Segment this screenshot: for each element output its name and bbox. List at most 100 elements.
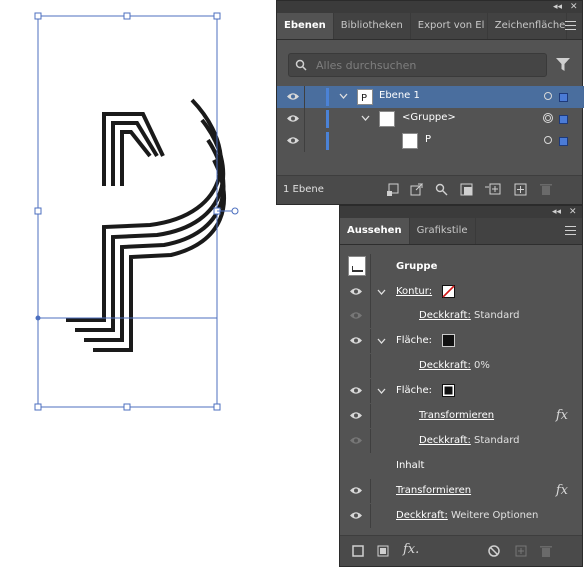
tab-ebenen[interactable]: Ebenen [277, 13, 334, 39]
duplicate-item-icon[interactable] [515, 545, 527, 557]
handle-mid-left[interactable] [34, 207, 42, 215]
lock-column[interactable] [304, 86, 305, 108]
visibility-eye-icon[interactable] [350, 386, 362, 395]
object-thumbnail [348, 256, 366, 276]
chevron-down-icon[interactable] [361, 114, 370, 123]
search-layer-icon[interactable] [435, 183, 448, 196]
visibility-eye-icon[interactable] [287, 114, 299, 123]
lock-column[interactable] [304, 108, 305, 130]
appearance-row-fill-2[interactable]: Fläche: [340, 379, 582, 403]
visibility-eye-icon[interactable] [350, 411, 362, 420]
search-input[interactable] [316, 58, 536, 72]
appearance-row-transform-2[interactable]: Transformieren fx [340, 479, 582, 503]
layer-row-ebene-1[interactable]: P Ebene 1 [277, 86, 584, 108]
path-name[interactable]: P [425, 134, 431, 145]
opacity-label[interactable]: Deckkraft: 0% [419, 360, 490, 371]
path-thumbnail [402, 133, 418, 149]
appearance-row-fill-opacity[interactable]: Deckkraft: 0% [340, 354, 582, 378]
tab-aussehen[interactable]: Aussehen [340, 218, 410, 244]
handle-top-right[interactable] [213, 12, 221, 20]
anchor-point[interactable] [35, 315, 41, 321]
tab-zeichenflaeche[interactable]: Zeichenfläche [488, 13, 567, 39]
filter-icon[interactable] [556, 58, 570, 71]
opacity-label[interactable]: Deckkraft: Standard [419, 435, 520, 446]
collapse-panel-button[interactable]: ◂◂ [552, 206, 561, 218]
target-double-circle-icon[interactable] [543, 113, 553, 123]
visibility-eye-icon[interactable] [350, 436, 362, 445]
add-fill-icon[interactable] [377, 545, 389, 557]
appearance-row-fill-1[interactable]: Fläche: [340, 329, 582, 353]
contents-label[interactable]: Inhalt [396, 460, 424, 471]
tab-grafikstile[interactable]: Grafikstile [410, 218, 476, 244]
close-panel-button[interactable]: ✕ [569, 206, 577, 218]
opacity-label[interactable]: Deckkraft: Weitere Optionen [396, 510, 538, 521]
visibility-eye-icon[interactable] [350, 511, 362, 520]
handle-top-center[interactable] [123, 12, 131, 20]
target-circle-icon[interactable] [544, 92, 552, 100]
new-layer-icon[interactable] [514, 183, 527, 196]
layer-row-gruppe[interactable]: <Gruppe> [277, 108, 584, 130]
transform-effect-label[interactable]: Transformieren [419, 410, 494, 421]
selection-square-icon[interactable] [559, 115, 568, 124]
trash-icon[interactable] [540, 183, 552, 196]
visibility-eye-icon[interactable] [287, 136, 299, 145]
stroke-label[interactable]: Kontur: [396, 286, 432, 297]
svg-text:P: P [361, 93, 367, 104]
chevron-down-icon[interactable] [377, 337, 386, 346]
fill-label[interactable]: Fläche: [396, 385, 432, 396]
fx-icon[interactable]: fx [556, 483, 568, 498]
appearance-row-stroke[interactable]: Kontur: [340, 280, 582, 304]
add-effect-fx-icon[interactable]: fx. [403, 542, 419, 557]
panel-menu-icon[interactable] [565, 21, 576, 30]
target-circle-icon[interactable] [544, 136, 552, 144]
direction-handle-point[interactable] [231, 207, 239, 215]
chevron-down-icon[interactable] [339, 92, 348, 101]
appearance-row-transform-1[interactable]: Transformieren fx [340, 404, 582, 428]
transform-effect-label[interactable]: Transformieren [396, 485, 471, 496]
fill-swatch-black-selected[interactable] [442, 384, 455, 397]
visibility-eye-icon[interactable] [287, 92, 299, 101]
appearance-row-fill-opacity-2[interactable]: Deckkraft: Standard [340, 429, 582, 453]
stroke-swatch-none[interactable] [442, 285, 455, 298]
visibility-eye-icon[interactable] [350, 486, 362, 495]
handle-bottom-right[interactable] [213, 403, 221, 411]
visibility-eye-icon[interactable] [350, 311, 362, 320]
fx-icon[interactable]: fx [556, 408, 568, 423]
layer-name[interactable]: Ebene 1 [379, 90, 420, 101]
opacity-label[interactable]: Deckkraft: Standard [419, 310, 520, 321]
group-name[interactable]: <Gruppe> [402, 112, 456, 123]
layers-footer: 1 Ebene [277, 175, 582, 204]
fill-swatch-black[interactable] [442, 334, 455, 347]
visibility-eye-icon[interactable] [350, 336, 362, 345]
appearance-row-group-opacity[interactable]: Deckkraft: Weitere Optionen [340, 504, 582, 528]
layer-row-p[interactable]: P [277, 130, 584, 152]
handle-bottom-left[interactable] [34, 403, 42, 411]
selection-square-icon[interactable] [559, 137, 568, 146]
appearance-row-contents[interactable]: Inhalt [340, 454, 582, 478]
add-stroke-icon[interactable] [352, 545, 364, 557]
layers-search-box[interactable] [288, 53, 547, 77]
appearance-panel-tabs: Aussehen Grafikstile [340, 218, 582, 245]
collect-export-icon[interactable] [387, 183, 401, 196]
selection-square-icon[interactable] [559, 93, 568, 102]
trash-icon[interactable] [540, 545, 552, 558]
close-panel-button[interactable]: ✕ [570, 1, 578, 13]
handle-bottom-center[interactable] [123, 403, 131, 411]
fill-label[interactable]: Fläche: [396, 335, 432, 346]
p-artwork[interactable] [66, 98, 226, 352]
clipping-mask-icon[interactable] [460, 183, 473, 196]
handle-top-left[interactable] [34, 12, 42, 20]
chevron-down-icon[interactable] [377, 288, 386, 297]
visibility-eye-icon[interactable] [350, 287, 362, 296]
chevron-down-icon[interactable] [377, 387, 386, 396]
locate-object-icon[interactable] [410, 183, 424, 196]
new-sublayer-icon[interactable] [485, 183, 501, 196]
clear-appearance-icon[interactable] [488, 545, 500, 557]
tab-export[interactable]: Export von El [411, 13, 488, 39]
lock-column[interactable] [304, 130, 305, 152]
tab-bibliotheken[interactable]: Bibliotheken [334, 13, 411, 39]
panel-menu-icon[interactable] [565, 226, 576, 235]
collapse-panel-button[interactable]: ◂◂ [553, 1, 562, 13]
layers-panel-topbar: ◂◂ ✕ [277, 1, 582, 13]
appearance-row-stroke-opacity[interactable]: Deckkraft: Standard [340, 304, 582, 328]
